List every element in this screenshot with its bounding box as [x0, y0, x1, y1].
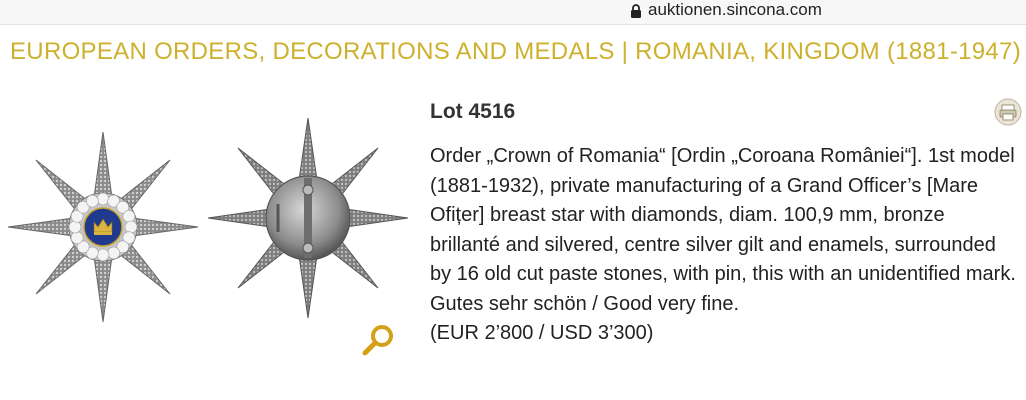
print-icon[interactable] [994, 98, 1022, 126]
url-text: auktionen.sincona.com [648, 0, 822, 19]
order-star-reverse-image[interactable] [208, 118, 408, 318]
category-heading[interactable]: EUROPEAN ORDERS, DECORATIONS AND MEDALS … [10, 38, 1021, 66]
lot-number: Lot 4516 [430, 100, 516, 123]
magnifier-icon[interactable] [360, 322, 396, 358]
lot-description: Order „Crown of Romania“ [Ordin „Coroana… [430, 145, 1016, 285]
lock-icon [630, 3, 642, 18]
url-display[interactable]: auktionen.sincona.com [630, 0, 822, 20]
lot-description-block: Order „Crown of Romania“ [Ordin „Coroana… [430, 142, 1020, 349]
order-star-obverse-image[interactable] [8, 132, 198, 322]
lot-images[interactable] [8, 118, 408, 368]
lot-estimate: (EUR 2’800 / USD 3’300) [430, 322, 654, 344]
browser-url-bar[interactable]: auktionen.sincona.com [0, 0, 1026, 25]
lot-condition: Gutes sehr schön / Good very fine. [430, 292, 740, 315]
